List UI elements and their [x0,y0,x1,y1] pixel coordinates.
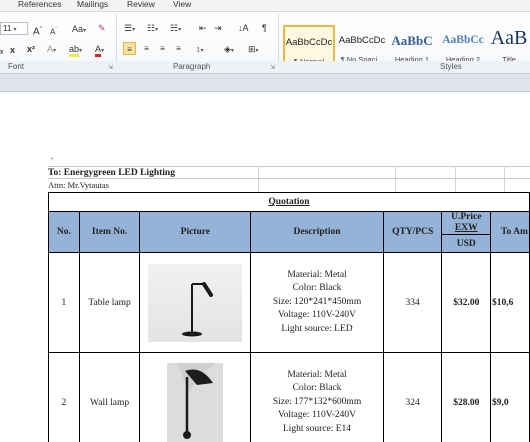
line-spacing-icon[interactable]: ↕▾ [196,43,204,57]
strikethrough-icon[interactable]: ₓ [0,44,3,56]
change-case-icon[interactable]: Aa▾ [72,23,86,37]
cell-gridline [455,166,456,192]
desc-light-source: Light source: LED [281,323,353,334]
quotation-table: Quotation No. Item No. Picture Descripti… [48,192,530,442]
align-left-icon[interactable]: ≡ [123,42,136,55]
font-color-icon[interactable]: A▾ [95,43,104,57]
desc-size: Size: 120*241*450mm [272,296,362,307]
ribbon-tab-bar: References Mailings Review View [0,0,530,12]
header-no: No. [48,211,80,253]
picture-cell [139,352,252,442]
group-label-font: Font [8,62,25,71]
tab-view[interactable]: View [173,0,191,9]
attention-line: Attn: Mr.Vytautas [48,178,530,190]
highlight-color-icon[interactable]: ab▾ [69,43,82,57]
item-name: Wall lamp [78,352,141,442]
show-formatting-icon[interactable]: ¶ [262,22,267,34]
font-size-value: 11 [3,24,12,33]
multilevel-list-icon[interactable]: ☵▾ [170,22,181,36]
desc-color: Color: Black [292,283,342,294]
header-picture: Picture [139,211,252,253]
item-name: Table lamp [78,252,141,353]
qty-cell: 334 [382,252,443,353]
subscript-icon[interactable]: x [10,44,15,56]
table-lamp-drawing [182,281,214,336]
document-area: + To: Energygreen LED Lighting Attn: Mr.… [0,92,530,442]
desc-material: Material: Metal [287,269,347,280]
shrink-font-icon[interactable]: Aˇ [50,24,57,39]
qty-cell: 324 [382,352,443,442]
desc-material: Material: Metal [287,369,347,380]
header-unit-price-label: U.Price [451,212,482,223]
table-title: Quotation [48,192,530,212]
lamp-mount [183,430,192,439]
superscript-icon[interactable]: x² [27,43,35,55]
cell-gridline [504,166,505,192]
wall-lamp-photo [167,362,224,442]
tab-references[interactable]: References [18,0,61,9]
description-cell: Material: Metal Color: Black Size: 177*1… [250,352,384,442]
font-size-combo[interactable]: 11 ▾ [0,22,28,35]
tab-mailings[interactable]: Mailings [77,0,108,9]
bullets-icon[interactable]: ☰▾ [124,22,135,36]
unit-price-cell: $32.00 [441,252,492,353]
header-currency: USD [441,234,492,253]
description-cell: Material: Metal Color: Black Size: 120*2… [250,252,384,353]
header-unit-price-terms: EXW [454,223,478,233]
ribbon: References Mailings Review View 11 ▾ A^ … [0,0,530,92]
header-item-no: Item No. [78,211,141,253]
desc-voltage: Voltage: 110V-240V [278,410,357,421]
cell-gridline [258,166,259,192]
align-right-icon[interactable]: ≡ [156,42,169,55]
total-amount-cell: $9,0 [490,352,530,442]
desc-size: Size: 177*132*600mm [272,396,362,407]
style-sample: AaBbCcDc [285,37,333,48]
style-sample: AaBbCcDc [338,35,386,46]
decrease-indent-icon[interactable]: ⇤ [199,22,207,34]
style-sample: AaB [490,27,528,49]
chevron-down-icon: ▾ [13,27,17,33]
row-number: 1 [48,252,80,353]
increase-indent-icon[interactable]: ⇥ [214,22,222,34]
align-center-icon[interactable]: ≡ [140,42,153,55]
grow-font-icon[interactable]: A^ [33,23,42,38]
header-total-amount: To Am [490,211,530,253]
header-qty: QTY/PCS [382,211,443,253]
text-effects-icon[interactable]: A▾ [47,43,56,57]
group-label-styles: Styles [440,62,462,71]
header-unit-price: U.Price EXW [441,211,492,235]
style-sample: AaBbC [391,33,433,48]
justify-icon[interactable]: ≡ [172,42,185,55]
table-lamp-photo [148,263,243,342]
font-dialog-launcher-icon[interactable]: ⇲ [108,64,113,71]
tab-review[interactable]: Review [127,0,155,9]
picture-cell [139,252,252,353]
ruler-bar [0,74,530,92]
paragraph-dialog-launcher-icon[interactable]: ⇲ [270,64,275,71]
header-description: Description [250,211,384,253]
unit-price-cell: $28.00 [441,352,492,442]
group-label-paragraph: Paragraph [173,62,211,71]
numbering-icon[interactable]: ☷▾ [147,22,158,36]
desc-voltage: Voltage: 110V-240V [278,310,357,321]
style-sample: AaBbCc [442,34,484,46]
recipient-line: To: Energygreen LED Lighting [48,166,530,178]
cell-gridline [395,166,396,192]
table-row: 1 Table lamp Material: Metal Color: Blac… [48,252,530,353]
desc-light-source: Light source: E14 [282,423,352,434]
shading-icon[interactable]: ◈▾ [224,43,234,57]
ribbon-group-labels: Font ⇲ Paragraph ⇲ Styles [0,61,530,74]
sort-icon[interactable]: ↓A [238,22,249,34]
clear-formatting-icon[interactable]: ✎ [98,22,106,34]
wall-lamp-drawing [167,362,224,442]
borders-icon[interactable]: ⊞▾ [248,43,259,57]
total-amount-cell: $10,6 [490,252,530,353]
desc-color: Color: Black [292,383,342,394]
lamp-head [202,281,214,297]
table-row: 2 Wall lamp Material: Metal Color: Black… [48,352,530,442]
row-number: 2 [48,352,80,442]
table-move-handle-icon[interactable]: + [50,156,54,163]
